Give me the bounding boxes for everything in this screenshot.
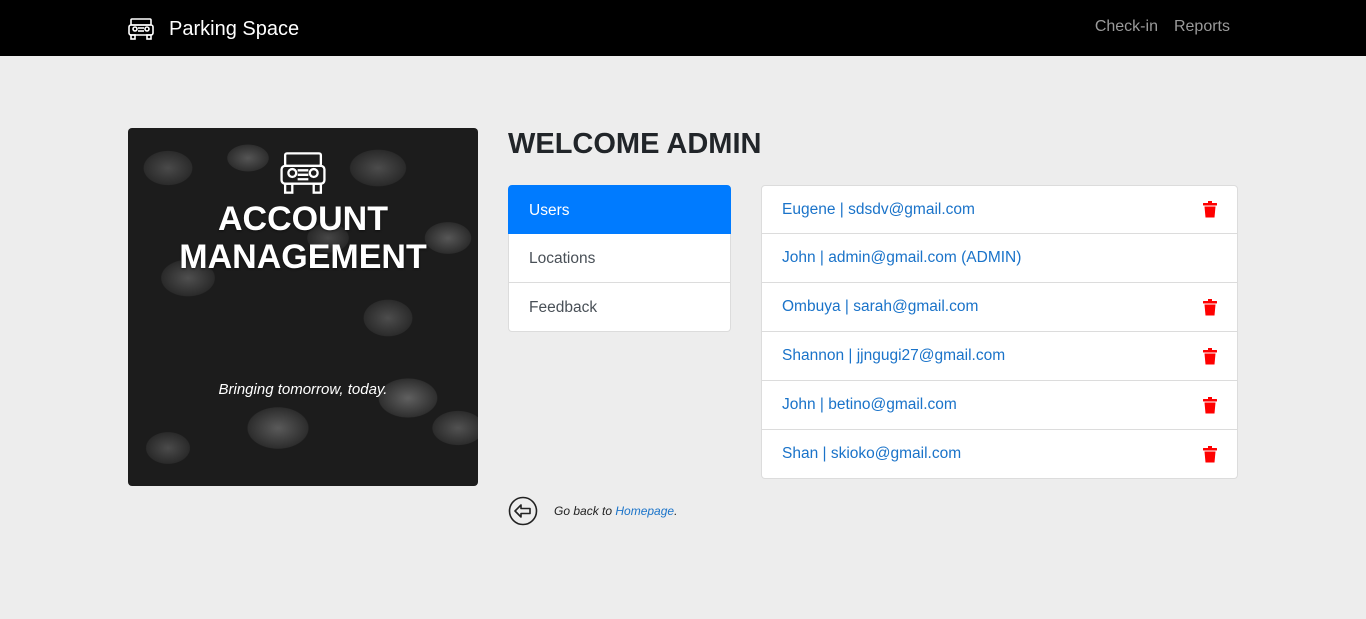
list-item: Shan | skioko@gmail.com [761, 430, 1238, 479]
top-navbar: Parking Space Check-in Reports [0, 0, 1366, 56]
list-item: Ombuya | sarah@gmail.com [761, 283, 1238, 332]
tab-users[interactable]: Users [508, 185, 731, 234]
account-management-hero: ACCOUNT MANAGEMENT Bringing tomorrow, to… [128, 128, 478, 486]
nav-links: Check-in Reports [1079, 18, 1230, 36]
nav-link-check-in[interactable]: Check-in [1095, 18, 1158, 36]
management-tabs: Users Locations Feedback [508, 185, 731, 332]
user-link[interactable]: Shannon | jjngugi27@gmail.com [782, 347, 1005, 365]
user-link[interactable]: John | betino@gmail.com [782, 396, 957, 414]
hero-title-line-1: ACCOUNT [218, 200, 388, 238]
user-list: Eugene | sdsdv@gmail.com John | admin@gm… [761, 185, 1238, 479]
nav-link-reports[interactable]: Reports [1174, 18, 1230, 36]
page-title: WELCOME ADMIN [508, 128, 762, 160]
hero-title-line-2: MANAGEMENT [179, 238, 427, 276]
tab-locations[interactable]: Locations [508, 234, 731, 283]
list-item: Eugene | sdsdv@gmail.com [761, 185, 1238, 234]
jeep-icon [128, 18, 154, 40]
user-link[interactable]: Shan | skioko@gmail.com [782, 445, 961, 463]
trash-icon[interactable] [1203, 201, 1217, 218]
trash-icon[interactable] [1203, 347, 1217, 365]
homepage-link[interactable]: Homepage [615, 504, 674, 518]
trash-icon[interactable] [1203, 396, 1217, 414]
list-item: John | admin@gmail.com (ADMIN) [761, 234, 1238, 283]
go-back-text: Go back to Homepage. [554, 504, 677, 518]
list-item: John | betino@gmail.com [761, 381, 1238, 430]
user-link[interactable]: John | admin@gmail.com (ADMIN) [782, 249, 1021, 267]
go-back-prefix: Go back to [554, 504, 616, 518]
hero-tagline: Bringing tomorrow, today. [218, 381, 388, 398]
user-link[interactable]: Eugene | sdsdv@gmail.com [782, 201, 975, 219]
tab-feedback[interactable]: Feedback [508, 283, 731, 332]
trash-icon[interactable] [1203, 445, 1217, 463]
jeep-icon [280, 152, 326, 194]
go-back-suffix: . [674, 504, 678, 518]
list-item: Shannon | jjngugi27@gmail.com [761, 332, 1238, 381]
brand-name: Parking Space [169, 17, 300, 40]
go-back-section: Go back to Homepage. [508, 496, 677, 526]
brand-link[interactable]: Parking Space [127, 14, 299, 44]
hero-title: ACCOUNT MANAGEMENT [128, 200, 478, 276]
trash-icon[interactable] [1203, 298, 1217, 316]
user-link[interactable]: Ombuya | sarah@gmail.com [782, 298, 978, 316]
arrow-left-circle-icon[interactable] [508, 496, 538, 526]
